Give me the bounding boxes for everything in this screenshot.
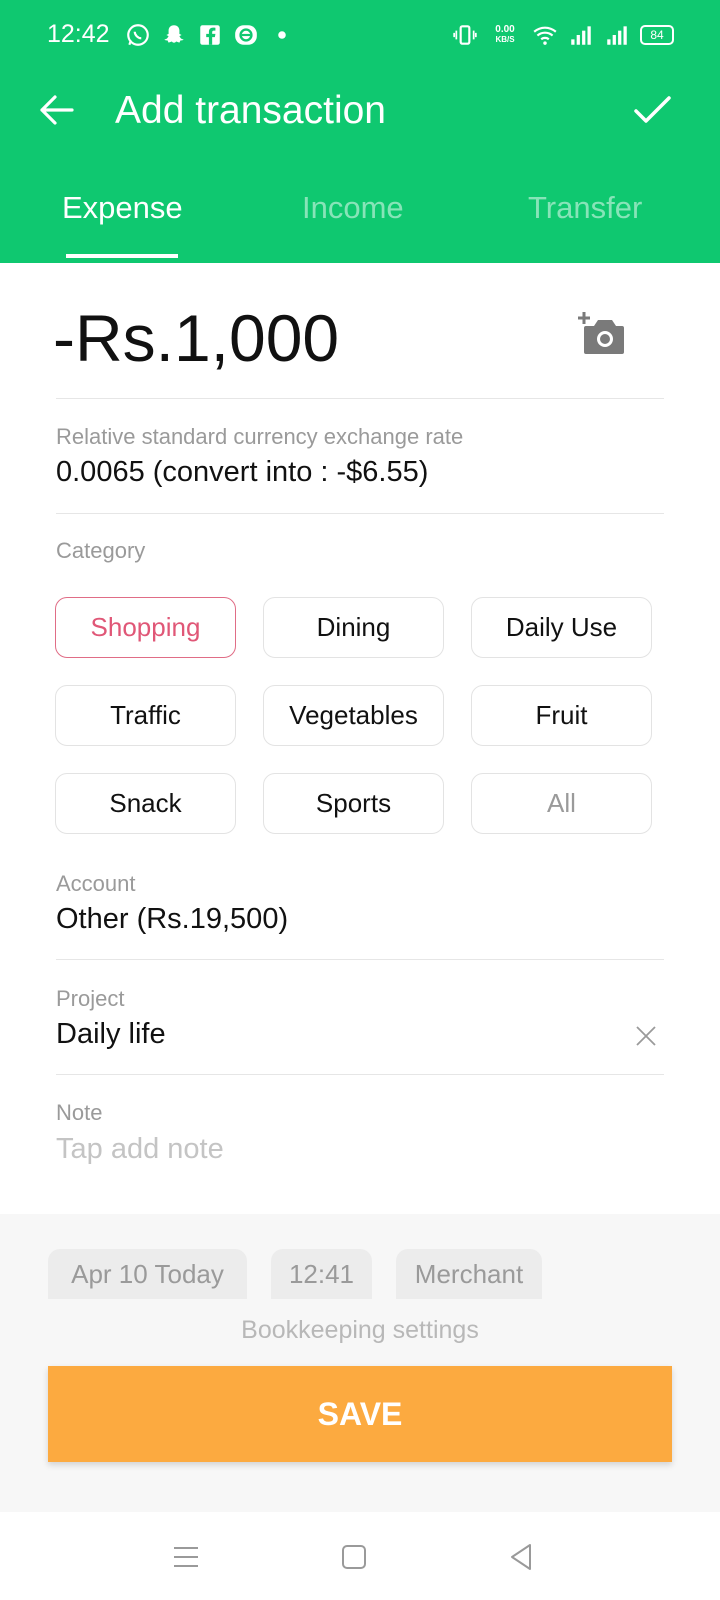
time-pill[interactable]: 12:41 — [271, 1249, 372, 1299]
system-nav-bar — [0, 1512, 720, 1600]
status-time: 12:42 — [47, 20, 110, 48]
divider — [56, 398, 664, 399]
category-chip-traffic[interactable]: Traffic — [55, 685, 236, 746]
net-speed-unit: KB/S — [495, 35, 515, 44]
date-pill[interactable]: Apr 10 Today — [48, 1249, 247, 1299]
merchant-pill[interactable]: Merchant — [396, 1249, 542, 1299]
category-label: Category — [56, 538, 146, 563]
amount-display[interactable]: -Rs.1,000 — [53, 300, 339, 376]
category-chip-snack[interactable]: Snack — [55, 773, 236, 834]
category-chip-sports[interactable]: Sports — [263, 773, 444, 834]
check-icon — [634, 96, 671, 123]
project-value[interactable]: Daily life — [56, 1018, 166, 1051]
divider — [56, 959, 664, 960]
category-chip-shopping[interactable]: Shopping — [55, 597, 236, 658]
clear-project-button[interactable] — [634, 1024, 658, 1048]
divider — [56, 513, 664, 514]
menu-icon — [174, 1547, 198, 1567]
home-button[interactable] — [334, 1537, 374, 1577]
app-icon — [233, 22, 259, 48]
transaction-type-tabs: Expense Income Transfer — [0, 185, 720, 263]
exchange-rate-value[interactable]: 0.0065 (convert into : -$6.55) — [56, 456, 428, 489]
status-bar: 12:42 0.00 KB/S 84 — [0, 0, 720, 72]
whatsapp-icon — [125, 22, 151, 48]
confirm-button[interactable] — [632, 90, 672, 130]
category-chip-fruit[interactable]: Fruit — [471, 685, 652, 746]
facebook-icon — [197, 22, 223, 48]
account-label: Account — [56, 871, 136, 896]
battery-indicator: 84 — [640, 25, 674, 45]
divider — [56, 1074, 664, 1075]
snapchat-icon — [161, 22, 187, 48]
tab-income[interactable]: Income — [302, 190, 404, 226]
save-button[interactable]: SAVE — [48, 1366, 672, 1462]
bookkeeping-settings-link[interactable]: Bookkeeping settings — [0, 1316, 720, 1345]
notification-icons — [125, 22, 295, 48]
signal-icon — [568, 22, 594, 48]
note-label: Note — [56, 1100, 103, 1125]
account-value[interactable]: Other (Rs.19,500) — [56, 903, 288, 936]
category-chip-dining[interactable]: Dining — [263, 597, 444, 658]
category-chip-daily-use[interactable]: Daily Use — [471, 597, 652, 658]
back-triangle-icon — [511, 1544, 531, 1570]
close-icon — [636, 1026, 656, 1046]
tab-transfer[interactable]: Transfer — [528, 190, 642, 226]
home-square-icon — [342, 1545, 366, 1569]
add-photo-button[interactable] — [578, 310, 628, 358]
vibrate-icon — [452, 22, 478, 48]
category-chip-all[interactable]: All — [471, 773, 652, 834]
recent-apps-button[interactable] — [166, 1537, 206, 1577]
arrow-left-icon — [40, 95, 74, 125]
tab-expense[interactable]: Expense — [62, 190, 183, 226]
net-speed: 0.00 KB/S — [488, 22, 522, 48]
system-icons: 0.00 KB/S 84 — [452, 22, 674, 48]
wifi-icon — [532, 22, 558, 48]
category-chip-vegetables[interactable]: Vegetables — [263, 685, 444, 746]
back-button[interactable] — [36, 90, 76, 130]
active-tab-indicator — [66, 254, 178, 258]
net-speed-value: 0.00 — [495, 24, 515, 35]
project-label: Project — [56, 986, 125, 1011]
exchange-rate-label: Relative standard currency exchange rate — [56, 424, 464, 449]
signal-icon — [604, 22, 630, 48]
dot-icon — [269, 22, 295, 48]
app-header: 12:42 0.00 KB/S 84 Add transaction Expen… — [0, 0, 720, 263]
back-nav-button[interactable] — [502, 1537, 542, 1577]
page-title: Add transaction — [115, 89, 387, 132]
note-input[interactable]: Tap add note — [56, 1133, 224, 1166]
add-photo-icon — [578, 312, 624, 354]
